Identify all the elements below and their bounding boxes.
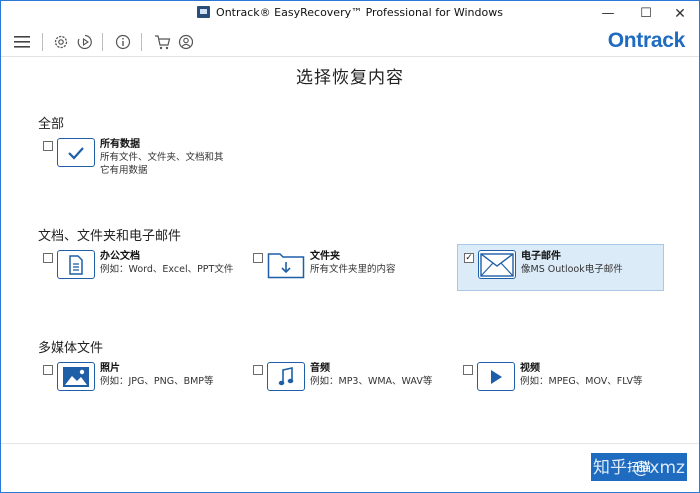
window-title-text: Ontrack® EasyRecovery™ Professional for … bbox=[216, 6, 503, 19]
office-docs-tile bbox=[57, 250, 95, 279]
app-icon bbox=[197, 6, 211, 18]
option-text: 音频 例如：MP3、WMA、WAV等 bbox=[310, 362, 432, 388]
option-office-docs[interactable]: 办公文档 例如：Word、Excel、PPT文件 bbox=[43, 250, 243, 296]
close-button[interactable]: ✕ bbox=[665, 4, 695, 24]
app-window: Ontrack® EasyRecovery™ Professional for … bbox=[0, 0, 700, 493]
settings-icon[interactable] bbox=[50, 31, 72, 53]
checkbox-all-data[interactable] bbox=[43, 141, 53, 151]
option-video[interactable]: 视频 例如：MPEG、MOV、FLV等 bbox=[463, 362, 663, 408]
section-title-all: 全部 bbox=[38, 117, 65, 132]
option-desc-line: 所有文件、文件夹、文档和其 bbox=[100, 152, 224, 163]
play-video-icon bbox=[491, 369, 502, 384]
option-desc-line: 所有文件夹里的内容 bbox=[310, 264, 396, 275]
option-text: 文件夹 所有文件夹里的内容 bbox=[310, 250, 396, 276]
option-desc-line: 像MS Outlook电子邮件 bbox=[521, 264, 623, 275]
watermark: 知乎 @xmz bbox=[593, 458, 685, 478]
checkbox-audio[interactable] bbox=[253, 365, 263, 375]
checkbox-folders[interactable] bbox=[253, 253, 263, 263]
brand-logo: Ontrack bbox=[607, 29, 686, 52]
option-all-data[interactable]: 所有数据 所有文件、文件夹、文档和其 它有用数据 bbox=[43, 138, 253, 184]
option-photos[interactable]: 照片 例如：JPG、PNG、BMP等 bbox=[43, 362, 243, 408]
option-text: 照片 例如：JPG、PNG、BMP等 bbox=[100, 362, 214, 388]
option-email[interactable]: ✓ 电子邮件 像MS Outlook电子邮件 bbox=[457, 244, 664, 291]
image-icon bbox=[63, 366, 89, 387]
option-desc-line: 例如：JPG、PNG、BMP等 bbox=[100, 376, 214, 387]
info-icon[interactable] bbox=[112, 31, 134, 53]
option-text: 所有数据 所有文件、文件夹、文档和其 它有用数据 bbox=[100, 138, 224, 177]
option-label: 办公文档 bbox=[100, 251, 140, 262]
all-data-tile bbox=[57, 138, 95, 167]
checkbox-photos[interactable] bbox=[43, 365, 53, 375]
option-desc-line: 例如：Word、Excel、PPT文件 bbox=[100, 264, 234, 275]
video-tile bbox=[477, 362, 515, 391]
toolbar: Ontrack bbox=[1, 27, 699, 57]
option-desc-line: 例如：MPEG、MOV、FLV等 bbox=[520, 376, 643, 387]
play-icon[interactable] bbox=[74, 31, 96, 53]
toolbar-divider bbox=[42, 33, 43, 51]
toolbar-divider bbox=[102, 33, 103, 51]
section-title-documents: 文档、文件夹和电子邮件 bbox=[38, 229, 182, 244]
audio-tile bbox=[267, 362, 305, 391]
option-label: 音频 bbox=[310, 363, 330, 374]
folders-tile bbox=[267, 250, 305, 279]
email-tile bbox=[478, 250, 516, 279]
footer-divider bbox=[1, 443, 699, 444]
option-label: 电子邮件 bbox=[521, 251, 561, 262]
option-label: 文件夹 bbox=[310, 251, 340, 262]
music-note-icon bbox=[278, 366, 294, 385]
checkmark-icon bbox=[68, 146, 84, 160]
checkbox-video[interactable] bbox=[463, 365, 473, 375]
photos-tile bbox=[57, 362, 95, 391]
option-desc-line: 例如：MP3、WMA、WAV等 bbox=[310, 376, 433, 387]
option-label: 照片 bbox=[100, 363, 120, 374]
minimize-button[interactable]: — bbox=[593, 4, 623, 24]
menu-icon[interactable] bbox=[11, 31, 33, 53]
option-text: 办公文档 例如：Word、Excel、PPT文件 bbox=[100, 250, 233, 276]
toolbar-divider bbox=[141, 33, 142, 51]
option-text: 电子邮件 像MS Outlook电子邮件 bbox=[521, 250, 623, 276]
folder-icon bbox=[267, 253, 305, 279]
option-text: 视频 例如：MPEG、MOV、FLV等 bbox=[520, 362, 643, 388]
section-title-multimedia: 多媒体文件 bbox=[38, 341, 104, 356]
document-icon bbox=[69, 254, 83, 275]
option-audio[interactable]: 音频 例如：MP3、WMA、WAV等 bbox=[253, 362, 453, 408]
cart-icon[interactable] bbox=[151, 31, 173, 53]
account-icon[interactable] bbox=[175, 31, 197, 53]
envelope-icon bbox=[480, 252, 514, 277]
checkbox-office-docs[interactable] bbox=[43, 253, 53, 263]
checkbox-email[interactable]: ✓ bbox=[464, 253, 474, 263]
option-label: 所有数据 bbox=[100, 139, 140, 150]
maximize-button[interactable]: ☐ bbox=[631, 4, 661, 24]
option-desc-line: 它有用数据 bbox=[100, 165, 148, 176]
page-title: 选择恢复内容 bbox=[296, 68, 404, 88]
title-bar: Ontrack® EasyRecovery™ Professional for … bbox=[1, 1, 699, 27]
option-label: 视频 bbox=[520, 363, 540, 374]
option-folders[interactable]: 文件夹 所有文件夹里的内容 bbox=[253, 250, 453, 296]
